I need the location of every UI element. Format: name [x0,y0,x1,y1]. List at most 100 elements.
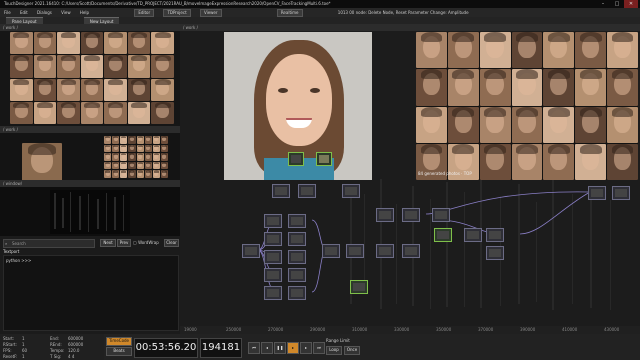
ruler-tick-4: 310000 [352,327,368,332]
left-top-pane: / work / [0,24,180,126]
beats-toggle[interactable]: Beats [106,347,132,356]
loop-button[interactable]: Loop [326,346,342,355]
face-thumbnail [104,55,127,78]
tsig-label: T Sig: [50,354,62,359]
face-node-2b[interactable] [288,232,306,246]
viewer-node-2[interactable] [316,152,332,166]
face-thumbnail [112,153,120,161]
face-thumbnail [160,136,168,144]
face-node-3b[interactable] [288,250,306,264]
left-top-path: / work / [3,25,18,30]
process-node-c[interactable] [432,208,450,222]
face-thumbnail [160,144,168,153]
next-button[interactable]: Next [100,239,116,247]
realtime-button[interactable]: Realtime [276,9,303,17]
face-thumbnail [10,32,33,55]
source-node[interactable] [242,244,260,258]
rend-value[interactable]: 600000 [68,342,83,347]
prev-button[interactable]: Prev [117,239,131,247]
menu-view[interactable]: View [61,8,71,17]
wordwrap-toggle[interactable]: ▢ WordWrap [133,239,159,246]
face-node-4b[interactable] [288,268,306,282]
fps-value[interactable]: 60 [22,348,27,353]
menu-dialogs[interactable]: Dialogs [37,8,52,17]
resetf-label: ResetF: [3,354,18,359]
rstart-value[interactable]: 1 [22,342,25,347]
face-thumbnail [152,161,160,170]
network-editor[interactable]: / work / 84 generated photos · TOP 19000… [180,24,640,334]
face-thumbnail [128,161,136,170]
frame-display[interactable]: 194181 [200,338,242,358]
process-node-g[interactable] [486,246,504,260]
editor-button[interactable]: Editor [134,9,155,17]
process-node-d[interactable] [434,228,452,242]
menu-edit[interactable]: Edit [20,8,28,17]
ruler-tick-7: 370000 [478,327,494,332]
menu-file[interactable]: File [4,8,11,17]
timecode-toggle[interactable]: TimeCode [106,337,132,346]
pause-button[interactable]: ❚❚ [274,342,286,354]
face-node-1a[interactable] [264,214,282,228]
resetf-value[interactable]: 1 [22,354,25,359]
step-back-button[interactable]: ◂ [261,342,273,354]
textport-output[interactable]: python >>> [3,255,179,331]
face-node-1b[interactable] [288,214,306,228]
viewer-node-1[interactable] [288,152,304,166]
face-node-4a[interactable] [264,268,282,282]
menu-help[interactable]: Help [80,8,89,17]
search-field[interactable]: Search ⌕ [3,239,95,248]
time-ruler[interactable]: 19000 250000 270000 290000 310000 330000… [180,326,640,334]
face-node-3a[interactable] [264,250,282,264]
merge-node-c[interactable] [376,244,394,258]
face-thumbnail [120,170,128,178]
wordwrap-label: WordWrap [138,240,159,245]
merge-node-d[interactable] [402,244,420,258]
merge-node-b[interactable] [346,244,364,258]
tdproject-button[interactable]: TDProject [163,9,191,17]
rewind-button[interactable]: ⏮ [248,342,260,354]
ruler-tick-1: 250000 [226,327,242,332]
process-node-b[interactable] [402,208,420,222]
final-node-a[interactable] [588,186,606,200]
play-button[interactable]: ▸ [287,342,299,354]
face-node-5b[interactable] [288,286,306,300]
minimize-button[interactable]: – [596,0,610,8]
single-face-preview [22,143,62,185]
face-thumbnail [152,153,160,161]
tempo-value[interactable]: 120.0 [68,348,79,353]
merge-node-a[interactable] [322,244,340,258]
face-thumbnail [151,32,174,55]
range-limit-label: Range Limit [326,338,350,343]
step-forward-button[interactable]: ▸ [300,342,312,354]
process-node-e[interactable] [464,228,482,242]
fast-forward-button[interactable]: ⏭ [313,342,325,354]
ruler-tick-8: 390000 [520,327,536,332]
face-thumbnail [112,170,120,178]
top-node-b[interactable] [298,184,316,198]
face-node-2a[interactable] [264,232,282,246]
maximize-button[interactable]: □ [610,0,624,8]
clear-button[interactable]: Clear [164,239,179,247]
face-node-5a[interactable] [264,286,282,300]
face-thumbnail [120,161,128,170]
timecode-display[interactable]: 00:53:56.20 [134,338,198,358]
left-lower-path: / window/ [3,181,23,186]
process-node-a[interactable] [376,208,394,222]
once-button[interactable]: Once [344,346,360,355]
timeline-bar: TimeCode Beats 00:53:56.20 194181 ⏮ ◂ ❚❚… [104,334,640,360]
process-node-f[interactable] [486,228,504,242]
start-value[interactable]: 1 [22,336,25,341]
top-node-a[interactable] [272,184,290,198]
face-thumbnail [104,144,112,153]
left-lower-pane: / window/ [0,180,180,236]
output-node[interactable] [350,280,368,294]
viewer-button[interactable]: Viewer [199,9,222,17]
end-value[interactable]: 600000 [68,336,83,341]
top-node-c[interactable] [342,184,360,198]
tsig-value[interactable]: 4 4 [68,354,74,359]
ruler-tick-5: 330000 [394,327,410,332]
close-button[interactable]: ✕ [624,0,638,8]
final-node-b[interactable] [612,186,630,200]
pause-icon: ❚❚ [276,345,284,350]
face-thumbnail [33,32,57,55]
